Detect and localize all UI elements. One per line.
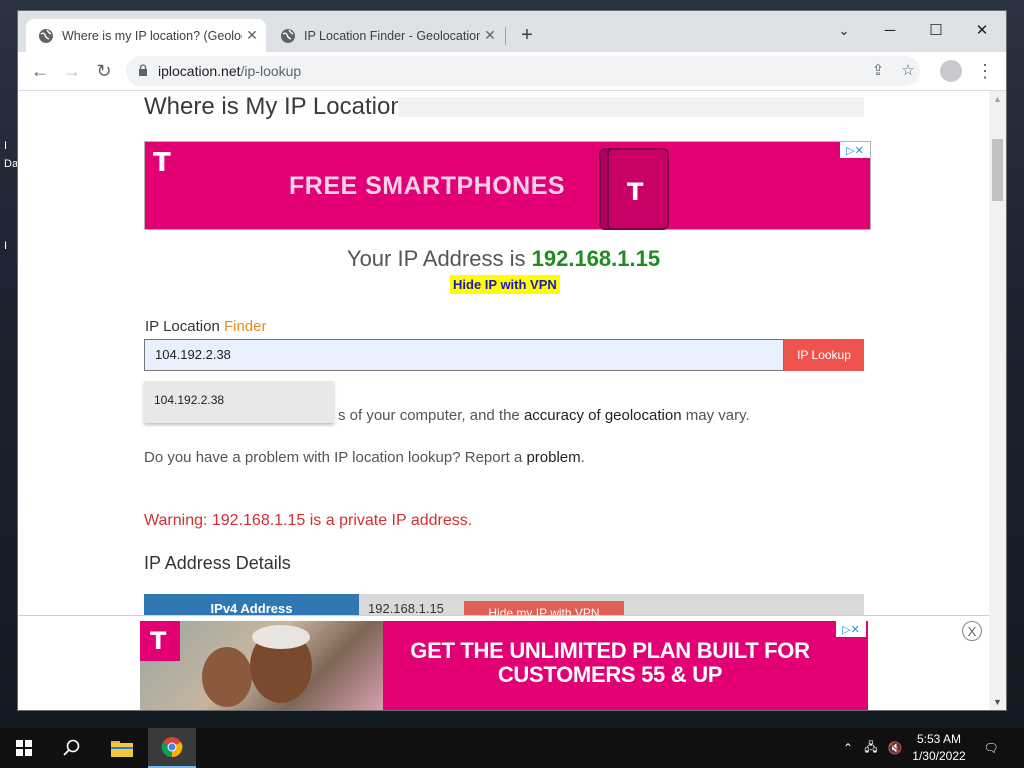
close-ad-icon[interactable]: X — [962, 621, 982, 641]
autocomplete-item[interactable]: 104.192.2.38 — [154, 393, 224, 407]
tab-strip: Where is my IP location? (Geoloc ✕ IP Lo… — [18, 11, 1006, 52]
para-text: Do you have a problem with IP location l… — [144, 449, 523, 466]
para-text: may vary. — [685, 407, 750, 424]
ad-headline-line: CUSTOMERS 55 & UP — [497, 662, 723, 687]
page-heading: Where is My IP Location? — [144, 93, 418, 120]
taskbar: ⌃ 🖧 🔇 5:53 AM 1/30/2022 🗨 — [0, 728, 1024, 768]
system-clock[interactable]: 5:53 AM 1/30/2022 — [906, 731, 972, 765]
t-mobile-logo-icon: T — [150, 627, 167, 655]
reload-icon[interactable]: ↻ — [90, 57, 118, 85]
vertical-scrollbar[interactable]: ▲ ▼ — [989, 91, 1006, 710]
close-tab-icon[interactable]: ✕ — [242, 27, 262, 44]
t-mobile-logo-icon: T — [627, 178, 644, 206]
clock-time: 5:53 AM — [916, 732, 962, 746]
url-path: /ip-lookup — [240, 63, 302, 79]
url-text[interactable]: iplocation.net/ip-lookup — [158, 63, 301, 79]
ip-prefix-text: Your IP Address is — [346, 246, 526, 271]
close-window-icon[interactable]: ✕ — [959, 17, 1005, 45]
forward-arrow-icon[interactable]: → — [58, 57, 86, 85]
adchoices-icon[interactable]: ▷✕ — [840, 142, 870, 158]
finder-label-accent: Finder — [223, 318, 267, 335]
ip-lookup-input[interactable]: 104.192.2.38 — [144, 339, 784, 371]
tab-ip-location-finder[interactable]: IP Location Finder - Geolocation ✕ — [268, 19, 504, 52]
ad-banner-top[interactable]: T FREE SMARTPHONES T ▷✕ — [144, 141, 871, 230]
ad-headline-line: GET THE UNLIMITED PLAN BUILT FOR — [410, 638, 810, 663]
ip-details-title: IP Address Details — [144, 553, 291, 573]
browser-toolbar: ← → ↻ iplocation.net/ip-lookup ⇪ ☆ ⋮ — [18, 52, 1006, 91]
scroll-down-arrow-icon[interactable]: ▼ — [989, 694, 1006, 710]
tab-divider — [505, 27, 506, 45]
more-menu-icon[interactable]: ⋮ — [976, 57, 994, 85]
close-tab-icon[interactable]: ✕ — [480, 27, 500, 44]
back-arrow-icon[interactable]: ← — [26, 57, 54, 85]
lock-icon[interactable] — [138, 64, 148, 76]
woman-face — [202, 647, 252, 707]
globe-icon — [38, 28, 54, 44]
report-problem-paragraph: Do you have a problem with IP location l… — [144, 449, 585, 466]
ip-address-line: Your IP Address is 192.168.1.15 — [18, 246, 989, 272]
accuracy-link[interactable]: accuracy of geolocation — [524, 407, 682, 424]
new-tab-icon[interactable]: + — [514, 23, 540, 49]
phone-image: T — [607, 148, 669, 230]
clock-date: 1/30/2022 — [912, 749, 966, 763]
notifications-icon[interactable]: 🗨 — [978, 728, 1004, 768]
url-domain: iplocation.net — [158, 63, 241, 79]
network-icon[interactable]: 🖧 — [860, 728, 882, 768]
file-explorer-icon[interactable] — [98, 728, 146, 768]
profile-avatar-icon[interactable] — [940, 60, 962, 82]
scroll-thumb[interactable] — [992, 139, 1003, 201]
table-value: 192.168.1.15 — [368, 601, 444, 616]
scroll-up-arrow-icon[interactable]: ▲ — [989, 91, 1006, 107]
search-icon[interactable] — [48, 728, 96, 768]
ip-address-value: 192.168.1.15 — [531, 246, 661, 271]
tab-title: IP Location Finder - Geolocation — [304, 28, 480, 43]
couple-photo: T — [140, 621, 383, 710]
sticky-ad-footer: T GET THE UNLIMITED PLAN BUILT FOR CUSTO… — [18, 615, 989, 710]
man-hair — [252, 625, 310, 649]
report-problem-link[interactable]: problem — [526, 449, 580, 466]
address-bar[interactable]: iplocation.net/ip-lookup ⇪ ☆ — [126, 56, 920, 86]
globe-icon — [280, 28, 296, 44]
hide-ip-vpn-link[interactable]: Hide IP with VPN — [450, 275, 560, 294]
heading-placeholder-bar — [398, 97, 864, 117]
t-logo-box: T — [140, 621, 180, 661]
private-ip-warning: Warning: 192.168.1.15 is a private IP ad… — [144, 512, 473, 529]
ad-headline: FREE SMARTPHONES — [289, 172, 566, 200]
accuracy-paragraph: s of your computer, and the accuracy of … — [338, 407, 750, 424]
tray-chevron-up-icon[interactable]: ⌃ — [838, 728, 858, 768]
ad-headline: GET THE UNLIMITED PLAN BUILT FOR CUSTOME… — [390, 639, 830, 687]
page-viewport: Where is My IP Location? T FREE SMARTPHO… — [18, 91, 989, 710]
minimize-icon[interactable]: ─ — [867, 17, 913, 45]
browser-window: Where is my IP location? (Geoloc ✕ IP Lo… — [18, 11, 1006, 710]
desktop-icon-label[interactable]: I — [4, 140, 7, 152]
volume-muted-icon[interactable]: 🔇 — [884, 728, 906, 768]
star-bookmark-icon[interactable]: ☆ — [896, 59, 920, 83]
t-mobile-logo-icon: T — [153, 148, 171, 178]
share-icon[interactable]: ⇪ — [866, 59, 890, 83]
maximize-icon[interactable]: ☐ — [913, 17, 959, 45]
ip-lookup-button[interactable]: IP Lookup — [784, 339, 864, 371]
adchoices-icon[interactable]: ▷✕ — [836, 621, 866, 637]
tab-where-is-my-ip[interactable]: Where is my IP location? (Geoloc ✕ — [26, 19, 266, 52]
autocomplete-dropdown[interactable]: 104.192.2.38 — [144, 381, 334, 423]
finder-label-main: IP Location — [145, 318, 220, 335]
ip-location-finder-label: IP Location Finder — [145, 318, 266, 335]
chrome-taskbar-icon[interactable] — [148, 728, 196, 768]
desktop-icon-label[interactable]: I — [4, 240, 7, 252]
para-text: . — [580, 449, 585, 466]
desktop-icon-label[interactable]: Da — [4, 158, 18, 170]
ad-banner-bottom[interactable]: T GET THE UNLIMITED PLAN BUILT FOR CUSTO… — [140, 621, 868, 710]
start-windows-icon[interactable] — [0, 728, 48, 768]
tab-search-icon[interactable]: ⌄ — [821, 17, 867, 45]
para-text: s of your computer, and the — [338, 407, 520, 424]
tab-title: Where is my IP location? (Geoloc — [62, 28, 242, 43]
